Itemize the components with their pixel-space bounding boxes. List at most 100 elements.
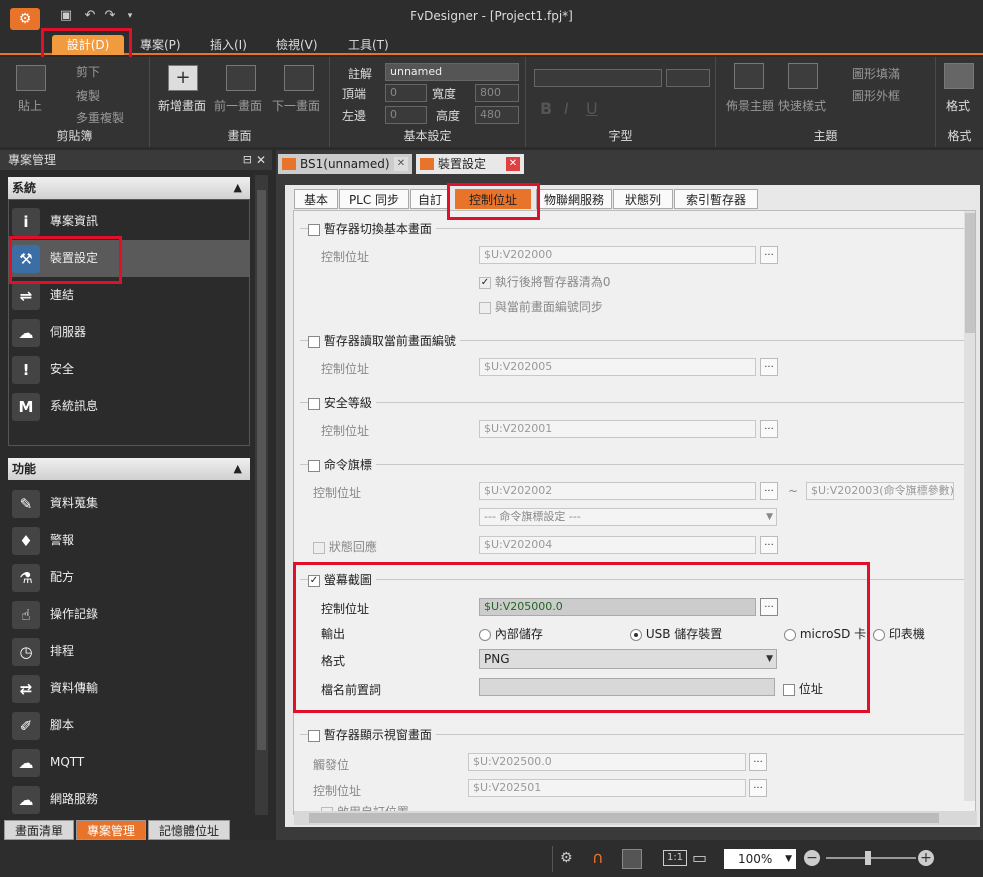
magnet-icon[interactable]: ∩	[592, 848, 604, 867]
sync-screen-checkbox[interactable]	[479, 301, 491, 314]
status-response-field[interactable]: $U:V202004	[479, 536, 756, 554]
read-screen-number-checkbox[interactable]	[308, 335, 320, 348]
doc-tab-device-settings[interactable]: 裝置設定 ✕	[416, 154, 524, 174]
browse-button[interactable]: ...	[760, 358, 778, 376]
shape-fill-button[interactable]: 圖形填滿	[852, 65, 900, 82]
control-address-field[interactable]: $U:V202002	[479, 482, 756, 500]
sidebar-item-data-collection[interactable]: ✎ 資料蒐集	[8, 485, 250, 522]
font-size-select[interactable]	[666, 69, 710, 87]
cut-button[interactable]: 剪下	[76, 63, 100, 80]
section-system[interactable]: 系統 ▲	[8, 177, 250, 199]
shape-outline-button[interactable]: 圖形外框	[852, 87, 900, 104]
sidebar-item-system-message[interactable]: M 系統訊息	[8, 388, 250, 425]
tab-screen-list[interactable]: 畫面清單	[4, 820, 74, 840]
italic-button[interactable]: I	[564, 99, 569, 118]
new-screen-button[interactable]: 新增畫面	[158, 97, 206, 114]
browse-button[interactable]: ...	[760, 482, 778, 500]
sidebar-item-mqtt[interactable]: ☁ MQTT	[8, 744, 250, 781]
copy-button[interactable]: 複製	[76, 87, 100, 104]
sidebar-item-project-info[interactable]: i 專案資訊	[8, 203, 250, 240]
tab-plc-sync[interactable]: PLC 同步	[339, 189, 409, 209]
format-button[interactable]: 格式	[946, 97, 970, 114]
sidebar-item-web-service[interactable]: ☁ 網路服務	[8, 781, 250, 818]
sidebar-item-data-transfer[interactable]: ⇄ 資料傳輸	[8, 670, 250, 707]
menu-tab-view[interactable]: 檢視(V)	[270, 35, 324, 55]
browse-button[interactable]: ...	[749, 753, 767, 771]
highlight-device-settings	[9, 236, 122, 284]
zoom-select[interactable]: 100% ▼	[724, 849, 796, 869]
multi-copy-button[interactable]: 多重複製	[76, 109, 124, 126]
close-pane-icon[interactable]: ✕	[256, 150, 266, 170]
sidebar-item-alarm[interactable]: ♦ 警報	[8, 522, 250, 559]
grid-settings-icon[interactable]: ⚙	[560, 850, 573, 866]
radio-button[interactable]	[873, 628, 885, 641]
browse-button[interactable]: ...	[760, 246, 778, 264]
control-address-field[interactable]: $U:V202000	[479, 246, 756, 264]
zoom-slider-thumb[interactable]	[865, 851, 871, 865]
control-address-field[interactable]: $U:V202501	[468, 779, 746, 797]
trigger-bit-field[interactable]: $U:V202500.0	[468, 753, 746, 771]
horizontal-scroll-thumb[interactable]	[309, 813, 939, 823]
clear-register-checkbox[interactable]: ✓	[479, 276, 491, 289]
sync-screen-option[interactable]: 與當前畫面編號同步	[479, 298, 603, 315]
control-address-field[interactable]: $U:V202001	[479, 420, 756, 438]
prev-screen-button[interactable]: 前一畫面	[214, 97, 262, 114]
menu-tab-tools[interactable]: 工具(T)	[342, 35, 395, 55]
menu-tab-insert[interactable]: 插入(I)	[204, 35, 253, 55]
sidebar-item-schedule[interactable]: ◷ 排程	[8, 633, 250, 670]
underline-button[interactable]: U	[586, 99, 598, 118]
sidebar-item-security[interactable]: ! 安全	[8, 351, 250, 388]
sidebar-scroll-thumb[interactable]	[257, 190, 266, 750]
tab-basic[interactable]: 基本	[294, 189, 338, 209]
height-input[interactable]: 480	[475, 106, 519, 124]
panel-scroll-thumb[interactable]	[965, 213, 975, 333]
bold-button[interactable]: B	[540, 99, 552, 118]
tab-memory-address[interactable]: 記憶體位址	[148, 820, 230, 840]
switch-base-screen-checkbox[interactable]	[308, 223, 320, 236]
security-level-checkbox[interactable]	[308, 397, 320, 410]
tab-status-bar[interactable]: 狀態列	[613, 189, 673, 209]
left-input[interactable]: 0	[385, 106, 427, 124]
zoom-out-icon[interactable]: −	[804, 850, 820, 866]
control-address-field[interactable]: $U:V202005	[479, 358, 756, 376]
command-flag-settings-select[interactable]: --- 命令旗標設定 --- ▼	[479, 508, 777, 526]
status-response-option[interactable]: 狀態回應	[313, 538, 377, 555]
tab-project-management[interactable]: 專案管理	[76, 820, 146, 840]
layout-theme-button[interactable]: 佈景主題	[726, 97, 774, 114]
fit-screen-icon[interactable]: ▭	[692, 848, 707, 867]
pin-icon[interactable]: ⊟	[243, 150, 252, 170]
zoom-slider-track[interactable]	[826, 857, 916, 859]
quick-style-button[interactable]: 快速樣式	[778, 97, 826, 114]
group-read-screen-number: 暫存器讀取當前畫面編號	[308, 332, 460, 349]
menu-tab-project[interactable]: 專案(P)	[134, 35, 187, 55]
sidebar-item-operation-log[interactable]: ☝ 操作記錄	[8, 596, 250, 633]
top-input[interactable]: 0	[385, 84, 427, 102]
clear-register-option[interactable]: ✓ 執行後將暫存器清為0	[479, 273, 610, 290]
width-input[interactable]: 800	[475, 84, 519, 102]
browse-button[interactable]: ...	[760, 420, 778, 438]
font-name-select[interactable]	[534, 69, 662, 87]
output-printer-radio[interactable]: 印表機	[873, 625, 925, 642]
close-tab-icon[interactable]: ✕	[506, 157, 520, 171]
paste-button[interactable]: 貼上	[18, 97, 42, 114]
next-screen-button[interactable]: 下一畫面	[272, 97, 320, 114]
command-flag-checkbox[interactable]	[308, 459, 320, 472]
snap-grid-icon[interactable]	[622, 849, 642, 869]
alarm-icon: ♦	[12, 527, 40, 555]
status-response-checkbox[interactable]	[313, 541, 325, 554]
sidebar-item-server[interactable]: ☁ 伺服器	[8, 314, 250, 351]
section-function[interactable]: 功能 ▲	[8, 458, 250, 480]
tab-index-register[interactable]: 索引暫存器	[674, 189, 758, 209]
tab-custom[interactable]: 自訂	[410, 189, 450, 209]
browse-button[interactable]: ...	[760, 536, 778, 554]
actual-size-button[interactable]: 1:1	[663, 850, 687, 866]
browse-button[interactable]: ...	[749, 779, 767, 797]
close-tab-icon[interactable]: ✕	[394, 157, 408, 171]
sidebar-item-script[interactable]: ✐ 腳本	[8, 707, 250, 744]
display-window-checkbox[interactable]	[308, 729, 320, 742]
zoom-in-icon[interactable]: +	[918, 850, 934, 866]
tab-iot-service[interactable]: 物聯網服務	[536, 189, 612, 209]
sidebar-item-recipe[interactable]: ⚗ 配方	[8, 559, 250, 596]
note-input[interactable]: unnamed	[385, 63, 519, 81]
doc-tab-bs1[interactable]: BS1(unnamed) ✕	[278, 154, 412, 174]
